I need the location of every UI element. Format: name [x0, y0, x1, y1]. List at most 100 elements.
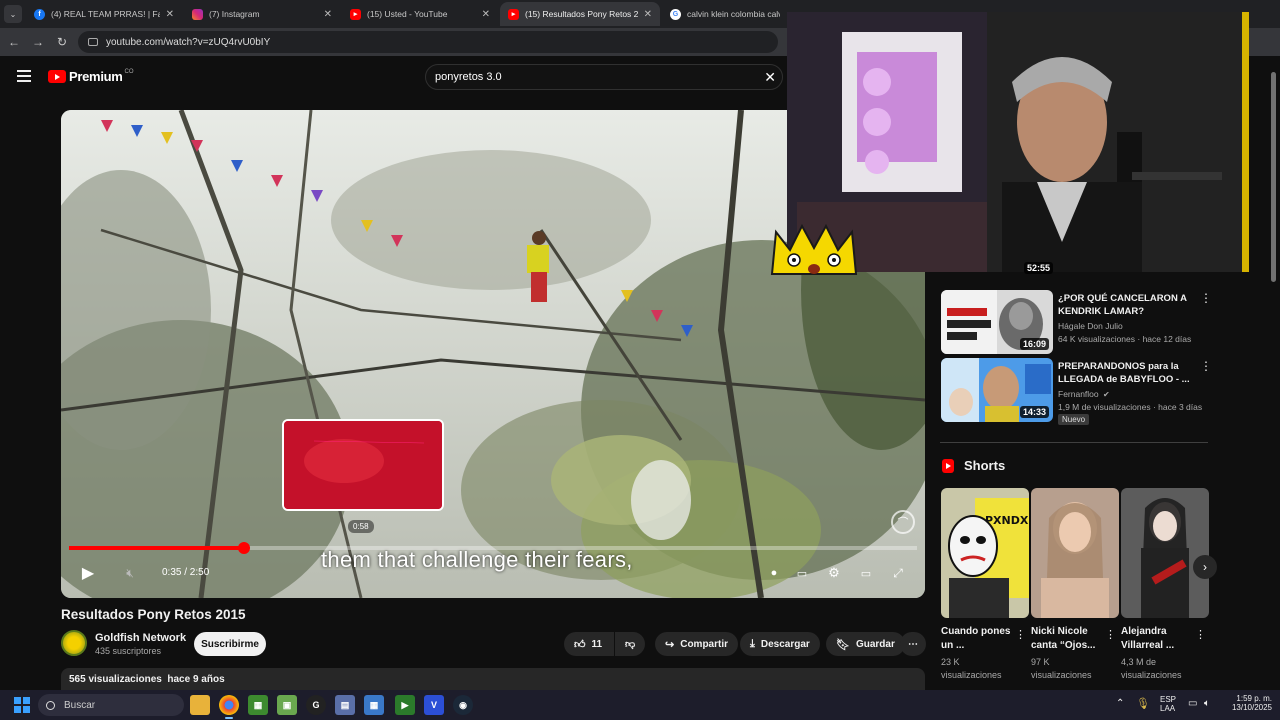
more-vertical-icon[interactable]: ⋮ [1200, 292, 1212, 304]
site-info-icon[interactable] [88, 38, 98, 46]
play-icon[interactable]: ▶ [77, 562, 99, 584]
short-thumbnail[interactable] [1121, 488, 1209, 618]
fullscreen-icon[interactable]: ⤢ [887, 562, 909, 584]
short-thumbnail-image [1121, 488, 1209, 618]
windows-taskbar: Buscar ▦ ▣ G ▤ ▦ ▶ V ◉ ⌃ 🎙︎ ESP LAA ▭ 🔈︎… [0, 690, 1280, 720]
recommendation-channel[interactable]: Hágale Don Julio [1058, 321, 1123, 331]
page-scrollbar[interactable] [1268, 60, 1278, 690]
search-input[interactable]: ponyretos 3.0 ✕ [425, 64, 783, 90]
download-icon: ⤓ [750, 637, 755, 650]
shorts-next-arrow-icon[interactable]: › [1193, 555, 1217, 579]
short-title[interactable]: Cuando pones un ... [941, 625, 1013, 653]
like-button[interactable]: 👍︎ 11 [564, 632, 614, 656]
preview-timestamp: 0:58 [348, 520, 374, 533]
short-title[interactable]: Alejandra Villarreal ... [1121, 625, 1193, 653]
microphone-icon[interactable]: 🎙︎ [1136, 697, 1150, 710]
browser-tab[interactable]: f (4) REAL TEAM PRRAS! | Facebo ✕ [26, 2, 182, 26]
browser-tab-active[interactable]: ▸ (15) Resultados Pony Retos 201 ✕ [500, 2, 660, 26]
short-thumbnail[interactable] [1031, 488, 1119, 618]
minecraft-launcher-icon[interactable]: ▦ [248, 695, 268, 715]
short-title[interactable]: Nicki Nicole canta “Ojos... [1031, 625, 1103, 653]
minecraft-icon[interactable]: ▣ [277, 695, 297, 715]
short-item[interactable]: Alejandra Villarreal ... ⋮ 4,3 M de visu… [1121, 488, 1209, 680]
video-title: Resultados Pony Retos 2015 [61, 607, 246, 622]
show-hidden-icons-icon[interactable]: ⌃ [1116, 698, 1124, 709]
youtube-icon: ▸ [350, 8, 361, 20]
windows-start-icon[interactable] [14, 697, 30, 713]
calculator-icon[interactable]: ▦ [364, 695, 384, 715]
autoplay-toggle-icon[interactable]: ● [763, 562, 785, 584]
browser-tab[interactable]: (7) Instagram ✕ [184, 2, 340, 26]
dislike-button[interactable]: 👎︎ [615, 632, 645, 656]
language-indicator[interactable]: ESP LAA [1160, 695, 1176, 713]
partial-recommendation[interactable]: 52:55 [940, 262, 1220, 274]
recommendations-sidebar: 52:55 16:09 ¿POR QUÉ CANCELARON A KENDRI… [940, 262, 1230, 690]
menu-icon[interactable] [17, 70, 31, 82]
recommendation-title[interactable]: ¿POR QUÉ CANCELARON A KENDRIK LAMAR? [1058, 292, 1198, 318]
scrubber-handle[interactable] [237, 542, 250, 554]
time-display: 0:35 / 2:50 [162, 567, 210, 578]
video-thumbnail[interactable]: 16:09 [941, 290, 1053, 354]
settings-gear-icon[interactable]: ⚙ [823, 562, 845, 584]
video-thumbnail[interactable]: 14:33 [941, 358, 1053, 422]
vegas-icon[interactable]: V [424, 695, 444, 715]
editor-app-icon[interactable]: ▤ [335, 695, 355, 715]
chrome-icon[interactable] [219, 695, 239, 719]
search-query: ponyretos 3.0 [435, 71, 502, 83]
address-bar[interactable]: youtube.com/watch?v=zUQ4rvU0bIY [78, 31, 778, 53]
short-item[interactable]: Nicki Nicole canta “Ojos... ⋮ 97 K visua… [1031, 488, 1119, 680]
thumbs-up-icon: 👍︎ [574, 638, 586, 651]
back-arrow-icon[interactable]: ← [6, 34, 22, 50]
short-thumbnail[interactable]: PXNDX [941, 488, 1029, 618]
recommendation-item[interactable]: 16:09 ¿POR QUÉ CANCELARON A KENDRIK LAMA… [940, 290, 1220, 356]
g-hub-icon[interactable]: G [306, 695, 326, 715]
channel-avatar[interactable] [61, 630, 87, 656]
share-button[interactable]: ↪ Compartir [655, 632, 739, 656]
facebook-icon: f [34, 8, 45, 20]
tab-search-button[interactable]: ⌄ [4, 5, 22, 23]
browser-tab[interactable]: ▸ (15) Usted - YouTube ✕ [342, 2, 498, 26]
more-actions-button[interactable]: ⋯ [900, 632, 926, 656]
taskbar-search-placeholder: Buscar [64, 699, 96, 711]
short-item[interactable]: PXNDX Cuando pones un ... ⋮ 23 K visuali… [941, 488, 1029, 680]
youtube-premium-logo[interactable]: Premium CO [48, 69, 134, 84]
scrollbar-thumb[interactable] [1271, 72, 1276, 282]
channel-name-link[interactable]: Goldfish Network [95, 632, 186, 644]
close-tab-icon[interactable]: ✕ [482, 9, 490, 20]
more-vertical-icon[interactable]: ⋮ [1195, 628, 1206, 641]
short-views: 23 K visualizaciones [941, 657, 1002, 680]
progress-bar[interactable] [69, 542, 917, 554]
more-vertical-icon[interactable]: ⋮ [1015, 628, 1026, 641]
recommendation-meta: 64 K visualizaciones · hace 12 días [1058, 334, 1192, 344]
volume-muted-icon[interactable]: 🔇︎ [119, 562, 141, 584]
browser-tab[interactable]: G calvin klein colombia calvo y [662, 2, 788, 26]
channel-watermark-icon[interactable]: ⌒ [891, 510, 915, 534]
download-button[interactable]: ⤓ Descargar [740, 632, 820, 656]
taskbar-search-box[interactable]: Buscar [38, 694, 184, 716]
close-tab-icon[interactable]: ✕ [166, 9, 174, 20]
subtitles-icon[interactable]: ▭ [791, 562, 813, 584]
close-tab-icon[interactable]: ✕ [644, 9, 652, 20]
forward-arrow-icon[interactable]: → [30, 34, 46, 50]
theater-mode-icon[interactable]: ▭ [855, 562, 877, 584]
file-explorer-icon[interactable] [190, 695, 210, 715]
subscribe-button[interactable]: Suscribirme [194, 632, 266, 656]
volume-icon[interactable]: 🔈︎ [1204, 698, 1210, 709]
short-views: 4,3 M de visualizaciones [1121, 657, 1182, 680]
monitor-icon[interactable]: ▭ [1188, 698, 1197, 709]
steam-icon[interactable]: ◉ [453, 695, 473, 715]
recommendation-title[interactable]: PREPARANDONOS para la LLEGADA de BABYFLO… [1058, 360, 1198, 386]
more-vertical-icon[interactable]: ⋮ [1200, 360, 1212, 372]
description-box[interactable]: 565 visualizaciones hace 9 años [61, 668, 925, 692]
save-button[interactable]: 🔖︎ Guardar [826, 632, 905, 656]
recommendation-item[interactable]: 14:33 PREPARANDONOS para la LLEGADA de B… [940, 358, 1220, 430]
green-app-icon[interactable]: ▶ [395, 695, 415, 715]
recommendation-channel[interactable]: Fernanfloo ✔ [1058, 389, 1110, 399]
clear-search-icon[interactable]: ✕ [764, 70, 776, 84]
reload-icon[interactable]: ↻ [54, 34, 70, 50]
more-vertical-icon[interactable]: ⋮ [1105, 628, 1116, 641]
bookmark-icon: 🔖︎ [836, 638, 850, 651]
close-tab-icon[interactable]: ✕ [324, 9, 332, 20]
progress-fill [69, 546, 244, 550]
clock[interactable]: 1:59 p. m. 13/10/2025 [1224, 694, 1272, 712]
